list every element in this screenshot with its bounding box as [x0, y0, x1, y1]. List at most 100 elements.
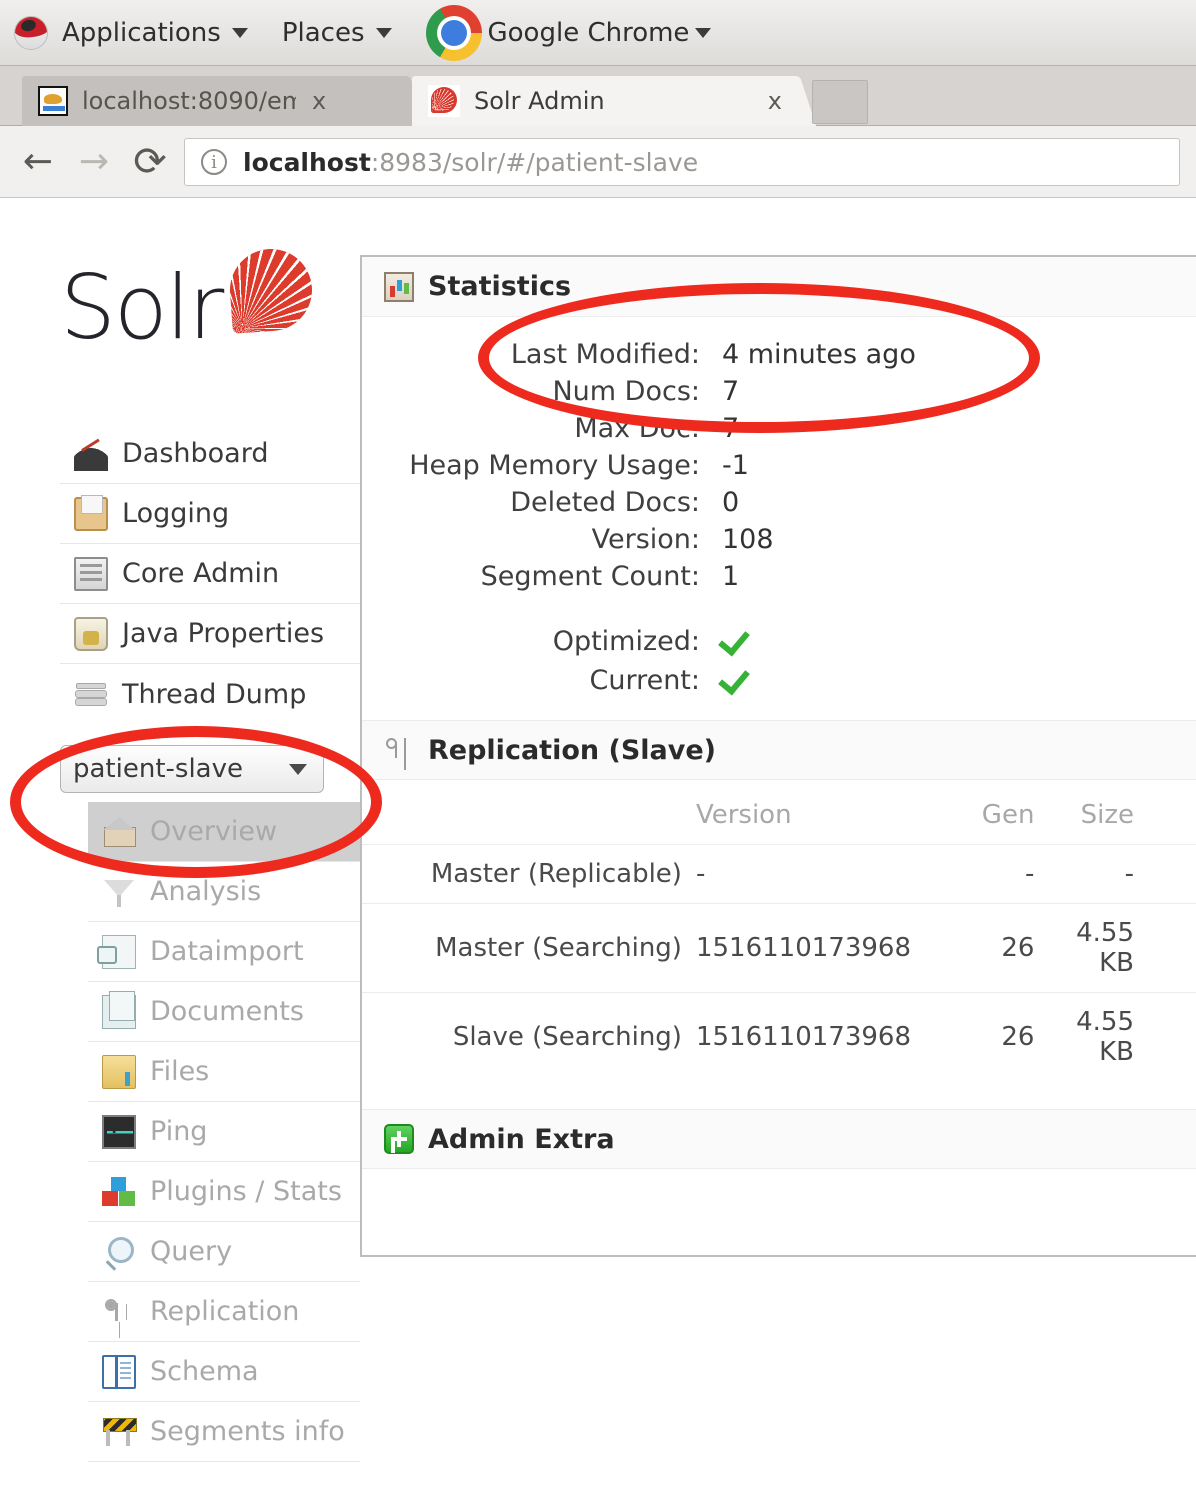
stat-value: 4 minutes ago [722, 339, 916, 370]
core-nav-item-overview[interactable]: Overview [88, 802, 360, 862]
core-nav-item-ping[interactable]: Ping [88, 1102, 360, 1162]
row-gen: 26 [930, 992, 1045, 1081]
statistics-section-header: Statistics [362, 257, 1196, 317]
sidebar-item-logging[interactable]: Logging [60, 484, 360, 544]
core-nav-item-schema[interactable]: Schema [88, 1342, 360, 1402]
core-nav-item-query[interactable]: Query [88, 1222, 360, 1282]
back-button[interactable]: ← [10, 143, 66, 180]
stat-label: Version: [591, 524, 700, 555]
core-nav-item-segments-info[interactable]: Segments info [88, 1402, 360, 1462]
browser-tab-1-title: localhost:8090/emer [82, 87, 296, 115]
stat-row: Last Modified: 4 minutes ago [362, 339, 1196, 370]
applications-menu[interactable]: Applications [62, 18, 248, 48]
column-header-version: Version [695, 800, 792, 830]
browser-toolbar: ← → ⟳ i localhost:8983/solr/#/patient-sl… [0, 126, 1196, 198]
admin-extra-section-header[interactable]: Admin Extra [362, 1109, 1196, 1169]
column-header-size: Size [1080, 800, 1134, 830]
check-mark-icon [722, 624, 752, 650]
browser-tab-1[interactable]: localhost:8090/emer x [22, 76, 427, 126]
url-path: :8983/solr/#/patient-slave [370, 147, 699, 177]
sidebar-item-dashboard[interactable]: Dashboard [60, 424, 360, 484]
sidebar-item-java-properties[interactable]: Java Properties [60, 604, 360, 664]
core-selector-value: patient-slave [73, 754, 243, 784]
row-version: 1516110173968 [695, 903, 931, 993]
row-label: Slave (Searching) [362, 992, 696, 1081]
core-nav-item-label: Ping [150, 1116, 208, 1147]
logging-icon [74, 494, 108, 531]
stat-label: Deleted Docs: [510, 487, 700, 518]
stat-label: Segment Count: [480, 561, 700, 592]
core-nav-item-label: Plugins / Stats [150, 1176, 342, 1207]
chevron-down-icon [231, 27, 248, 38]
reload-button[interactable]: ⟳ [122, 142, 178, 182]
sidebar-item-label: Thread Dump [122, 678, 307, 710]
places-menu-label: Places [281, 17, 365, 48]
browser-tab-2[interactable]: Solr Admin x [412, 76, 817, 126]
core-nav-item-label: Overview [150, 816, 278, 847]
row-label: Master (Searching) [362, 903, 696, 993]
stat-value: 7 [722, 413, 740, 444]
core-nav-item-label: Dataimport [150, 936, 304, 967]
sidebar-item-label: Core Admin [122, 558, 280, 589]
dashboard-icon [74, 436, 108, 471]
stat-row: Segment Count: 1 [362, 561, 1196, 592]
browser-tab-2-title: Solr Admin [474, 87, 605, 115]
forward-button[interactable]: → [66, 143, 122, 180]
stat-value: 0 [722, 487, 740, 518]
plugins-stats-icon [102, 1175, 136, 1209]
app-menu[interactable]: Google Chrome [425, 4, 712, 61]
chrome-logo-icon [425, 4, 482, 61]
core-nav-item-documents[interactable]: Documents [88, 982, 360, 1042]
sidebar-item-core-admin[interactable]: Core Admin [60, 544, 360, 604]
address-bar-url: localhost:8983/solr/#/patient-slave [243, 148, 698, 177]
address-bar[interactable]: i localhost:8983/solr/#/patient-slave [184, 138, 1180, 186]
stat-row: Heap Memory Usage: -1 [362, 450, 1196, 481]
core-nav-item-label: Query [150, 1236, 233, 1267]
stat-value: 7 [722, 376, 740, 407]
core-nav-item-plugins-stats[interactable]: Plugins / Stats [88, 1162, 360, 1222]
files-icon [102, 1054, 136, 1089]
row-gen: 26 [930, 903, 1045, 993]
replication-table: Version Gen Size Master (Replicable) - -… [362, 790, 1196, 1081]
desktop-top-panel: Applications Places Google Chrome [0, 0, 1196, 66]
stat-label: Last Modified: [510, 339, 700, 370]
solr-logo[interactable]: Solr [60, 244, 320, 359]
core-nav-item-label: Analysis [150, 876, 262, 907]
app-menu-label: Google Chrome [487, 17, 690, 48]
documents-icon [102, 990, 136, 1029]
browser-tab-1-close-icon[interactable]: x [312, 89, 326, 113]
stat-row: Version: 108 [362, 524, 1196, 555]
dataimport-icon [97, 934, 136, 969]
site-info-icon[interactable]: i [201, 149, 227, 175]
browser-tab-strip: localhost:8090/emer x Solr Admin x [0, 66, 1196, 126]
thread-dump-icon [74, 677, 108, 711]
chevron-down-icon [375, 27, 392, 38]
chevron-down-icon [289, 764, 307, 775]
schema-icon [102, 1354, 136, 1389]
core-admin-icon [74, 556, 108, 591]
row-label: Master (Replicable) [362, 844, 696, 904]
core-nav-item-files[interactable]: Files [88, 1042, 360, 1102]
stat-label: Optimized: [552, 626, 700, 657]
table-header-row: Version Gen Size [362, 790, 1196, 845]
core-nav: Overview Analysis Dataimport Documents F… [88, 802, 360, 1462]
applications-menu-label: Applications [62, 17, 221, 48]
replication-section-header: Replication (Slave) [362, 720, 1196, 780]
core-nav-item-analysis[interactable]: Analysis [88, 862, 360, 922]
replication-title: Replication (Slave) [428, 734, 717, 766]
sidebar-item-thread-dump[interactable]: Thread Dump [60, 664, 360, 724]
core-nav-item-label: Segments info [150, 1416, 345, 1447]
solr-logo-text: Solr [60, 256, 224, 359]
places-menu[interactable]: Places [282, 18, 392, 48]
replication-icon [102, 1295, 136, 1329]
stat-row: Num Docs: 7 [362, 376, 1196, 407]
core-nav-item-dataimport[interactable]: Dataimport [88, 922, 360, 982]
stat-label: Heap Memory Usage: [409, 450, 700, 481]
stat-row: Max Doc: 7 [362, 413, 1196, 444]
new-tab-button[interactable] [812, 80, 868, 124]
main-content-panel: Statistics Last Modified: 4 minutes ago … [360, 255, 1196, 1257]
core-nav-item-replication[interactable]: Replication [88, 1282, 360, 1342]
core-selector-dropdown[interactable]: patient-slave [60, 745, 324, 793]
sidebar-item-label: Logging [122, 498, 230, 529]
row-version: 1516110173968 [695, 992, 931, 1081]
